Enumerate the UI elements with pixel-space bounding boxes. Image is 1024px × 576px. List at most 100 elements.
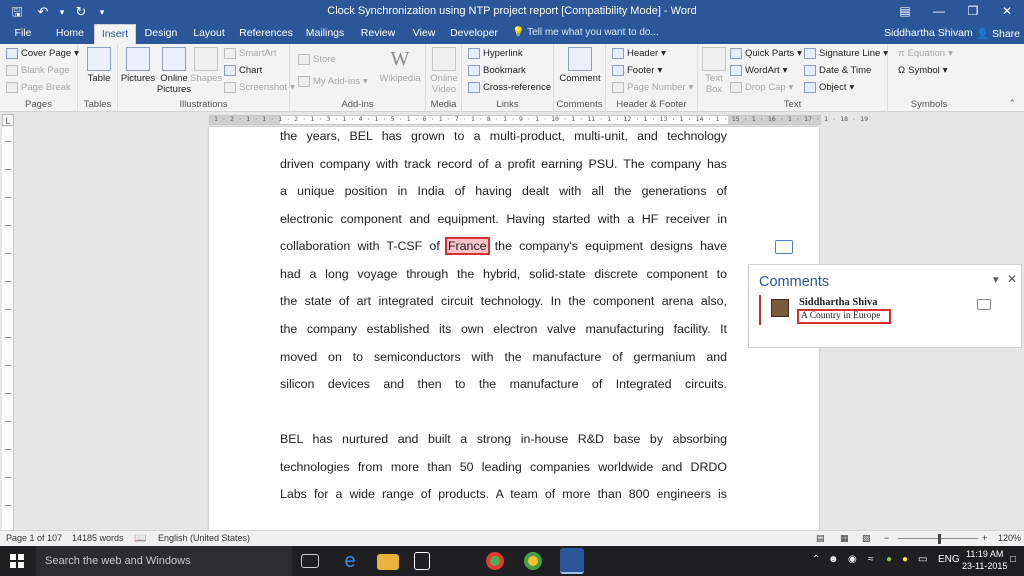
body-line[interactable]: Labs for a wide range of products. A tea…	[280, 487, 727, 501]
read-mode-icon[interactable]: ▤	[816, 533, 825, 544]
page-number-button[interactable]: Page Number ▾	[612, 82, 693, 93]
windows-start-icon[interactable]	[10, 554, 24, 568]
header-button[interactable]: Header ▾	[612, 48, 666, 59]
quick-parts-button[interactable]: Quick Parts ▾	[730, 48, 802, 59]
horizontal-ruler[interactable]: L 1 · 2 · 1 · 1 · 1 · 2 · 1 · 3 · 1 · 4 …	[0, 113, 1024, 127]
pane-options-chevron-icon[interactable]: ▾	[993, 273, 999, 286]
tell-me-search[interactable]: 💡 Tell me what you want to do...	[512, 27, 659, 38]
commented-word-highlight[interactable]: France	[444, 237, 490, 255]
language-indicator[interactable]: ENG	[938, 554, 960, 565]
file-explorer-icon[interactable]	[377, 554, 399, 570]
smartart-button[interactable]: SmartArt	[224, 48, 276, 59]
print-layout-icon[interactable]: ▦	[840, 533, 849, 544]
task-view-icon[interactable]	[301, 554, 319, 568]
body-line[interactable]: moved on to semiconductors with the manu…	[280, 350, 727, 364]
online-pictures-button[interactable]: Online Pictures	[156, 47, 192, 95]
security-icon[interactable]: ●	[886, 554, 892, 565]
footer-button[interactable]: Footer ▾	[612, 65, 662, 76]
chart-button[interactable]: Chart	[224, 65, 262, 76]
tray-app-icon[interactable]: ◉	[848, 554, 857, 565]
table-button[interactable]: Table	[84, 47, 114, 84]
word-count[interactable]: 14185 words	[72, 533, 124, 543]
shapes-button[interactable]: Shapes	[190, 47, 222, 84]
tab-design[interactable]: Design	[140, 24, 182, 44]
wikipedia-button[interactable]: W Wikipedia	[378, 47, 422, 84]
comment-text[interactable]: A Country in Europe	[797, 309, 891, 324]
document-page[interactable]: the years, BEL has grown to a multi-prod…	[209, 127, 819, 530]
tab-insert[interactable]: Insert	[94, 24, 136, 44]
tray-chevron-icon[interactable]: ⌃	[812, 554, 820, 565]
language-indicator[interactable]: English (United States)	[158, 533, 250, 543]
collapse-ribbon-icon[interactable]: ⌃	[1008, 98, 1016, 109]
body-line-commented[interactable]: collaboration with T-CSF of France the c…	[280, 237, 727, 255]
tab-developer[interactable]: Developer	[448, 24, 500, 44]
tab-home[interactable]: Home	[50, 24, 90, 44]
share-button[interactable]: 👤 Share	[976, 27, 1020, 40]
tab-mailings[interactable]: Mailings	[302, 24, 348, 44]
new-comment-button[interactable]: Comment	[556, 47, 604, 84]
zoom-slider-thumb[interactable]	[938, 534, 941, 544]
web-layout-icon[interactable]: ▧	[862, 533, 871, 544]
ribbon-display-options-icon[interactable]: ▤	[888, 0, 922, 24]
restore-button[interactable]: ❐	[956, 0, 990, 24]
action-center-icon[interactable]: □	[1010, 554, 1016, 565]
body-line[interactable]: a unique position in India of having dea…	[280, 184, 727, 198]
page-count[interactable]: Page 1 of 107	[6, 533, 62, 543]
signature-line-button[interactable]: Signature Line ▾	[804, 48, 888, 59]
user-name[interactable]: Siddhartha Shivam	[884, 27, 973, 39]
symbol-button[interactable]: Ω Symbol ▾	[898, 65, 948, 76]
body-line[interactable]: silicon devices and then to the manufact…	[280, 377, 727, 391]
bookmark-button[interactable]: Bookmark	[468, 65, 526, 76]
close-button[interactable]: ✕	[990, 0, 1024, 24]
text-box-button[interactable]: Text Box	[700, 47, 728, 95]
zoom-out-icon[interactable]: −	[884, 533, 889, 543]
body-line[interactable]: had a long voyage through the hybrid, so…	[280, 267, 727, 281]
minimize-button[interactable]: —	[922, 0, 956, 24]
blank-page-button[interactable]: Blank Page	[6, 65, 70, 76]
taskbar-search-box[interactable]: Search the web and Windows	[36, 546, 292, 576]
zoom-in-icon[interactable]: +	[982, 533, 987, 543]
tab-review[interactable]: Review	[356, 24, 400, 44]
word-taskbar-icon[interactable]	[560, 548, 584, 574]
cross-reference-button[interactable]: Cross-reference	[468, 82, 551, 93]
taskbar-clock[interactable]: 11:19 AM 23-11-2015	[962, 548, 1007, 572]
reply-comment-icon[interactable]	[977, 299, 991, 310]
drop-cap-button[interactable]: Drop Cap ▾	[730, 82, 793, 93]
close-pane-icon[interactable]: ✕	[1007, 272, 1017, 286]
tab-file[interactable]: File	[8, 24, 38, 44]
body-line[interactable]: technologies from more than 50 leading c…	[280, 460, 727, 474]
proofing-icon[interactable]: 📖	[134, 533, 146, 544]
page-break-button[interactable]: Page Break	[6, 82, 71, 93]
body-line[interactable]: the years, BEL has grown to a multi-prod…	[280, 129, 727, 143]
chrome-icon[interactable]	[524, 552, 542, 570]
hyperlink-button[interactable]: Hyperlink	[468, 48, 523, 59]
online-video-button[interactable]: Online Video	[428, 47, 460, 95]
zoom-level[interactable]: 120%	[998, 533, 1021, 543]
notification-app-icon[interactable]: ●	[902, 554, 908, 565]
body-line[interactable]: BEL has nurtured and built a strong in-h…	[280, 432, 727, 446]
pictures-button[interactable]: Pictures	[120, 47, 156, 84]
store-taskbar-icon[interactable]	[414, 552, 430, 570]
battery-icon[interactable]: ▭	[918, 554, 927, 565]
object-button[interactable]: Object ▾	[804, 82, 854, 93]
cover-page-button[interactable]: Cover Page ▾	[6, 48, 79, 59]
people-icon[interactable]: ☻	[828, 554, 839, 565]
date-time-button[interactable]: Date & Time	[804, 65, 871, 76]
tab-selector[interactable]: L	[2, 114, 14, 126]
screenshot-button[interactable]: Screenshot ▾	[224, 82, 295, 93]
edge-icon[interactable]: e	[339, 550, 361, 572]
store-button[interactable]: Store	[298, 54, 336, 65]
tab-references[interactable]: References	[238, 24, 294, 44]
equation-button[interactable]: π Equation ▾	[898, 48, 953, 59]
my-addins-button[interactable]: My Add-ins ▾	[298, 76, 368, 87]
tab-layout[interactable]: Layout	[188, 24, 230, 44]
chrome-icon[interactable]	[486, 552, 504, 570]
body-line[interactable]: the company established its own electron…	[280, 322, 727, 336]
body-line[interactable]: the state of art integrated circuit tech…	[280, 294, 727, 308]
tab-view[interactable]: View	[406, 24, 442, 44]
comment-marker-icon[interactable]	[775, 240, 793, 254]
body-line[interactable]: driven company with track record of a pr…	[280, 157, 727, 171]
network-icon[interactable]: ≈	[868, 554, 874, 565]
wordart-button[interactable]: WordArt ▾	[730, 65, 787, 76]
body-line[interactable]: electronic component and equipment. Havi…	[280, 212, 727, 226]
